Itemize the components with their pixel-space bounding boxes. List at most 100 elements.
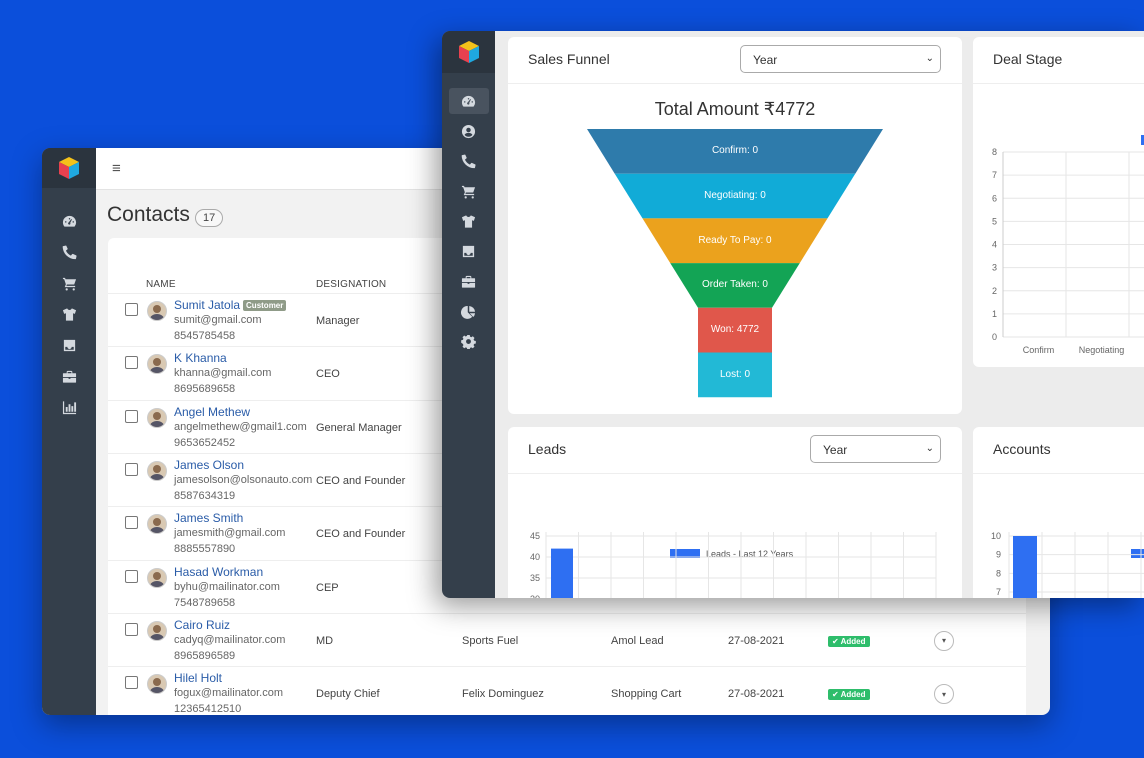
bar[interactable] [1013,536,1037,598]
row-actions-dropdown[interactable]: ▾ [934,684,954,705]
column-header-name[interactable]: NAME [146,279,176,290]
avatar [147,301,167,321]
contact-designation: CEO and Founder [316,528,406,541]
inbox-icon[interactable] [449,238,489,264]
y-tick-label: 5 [992,216,997,226]
x-tick-label: Negotiating [1079,345,1125,355]
cart-icon[interactable] [49,270,89,296]
contact-name-link[interactable]: K Khanna [174,351,227,365]
table-row[interactable]: Hilel Holt fogux@mailinator.com 1236541251… [108,666,1026,715]
contacts-sidebar-nav [42,188,96,420]
phone-icon[interactable] [449,148,489,174]
y-tick-label: 40 [530,552,540,562]
contact-email: fogux@mailinator.com [174,687,283,700]
y-tick-label: 30 [530,594,540,598]
y-tick-label: 1 [992,309,997,319]
contact-phone: 7548789658 [174,596,236,609]
dashboard-sidebar [442,31,495,598]
contact-name-link[interactable]: James Olson [174,458,244,472]
deal-stage-card: Deal Stage 0 1 2 3 4 5 6 7 8 Confirm Negotiating [973,37,1144,367]
contact-name: Hilel Holt [174,671,223,686]
y-tick-label: 4 [992,240,997,250]
gear-icon[interactable] [449,328,489,354]
row-checkbox[interactable] [125,622,138,636]
accounts-chart: 7 8 9 10 [991,531,1144,598]
contacts-count-badge: 17 [195,209,224,227]
contact-email: byhu@mailinator.com [174,580,280,593]
funnel-stage-label: Confirm: 0 [711,145,759,157]
contact-name-link[interactable]: Hasad Workman [174,565,263,579]
avatar [147,674,167,695]
contact-name: Sumit Jatola [174,298,241,312]
menu-toggle-icon[interactable]: ≡ [112,160,121,177]
contact-source: Shopping Cart [611,688,682,701]
cube-logo-icon[interactable] [442,31,495,73]
avatar [147,460,167,481]
contact-name-link[interactable]: Angel Methew [174,405,250,419]
dashboard-icon[interactable] [448,88,489,114]
contact-phone: 12365412510 [174,703,242,715]
contact-name: Cairo Ruiz [174,617,231,632]
x-tick-label: Confirm [1023,345,1055,355]
row-checkbox[interactable] [125,516,138,530]
status-badge: ✔ Added [828,689,870,701]
contact-name-link[interactable]: Hilel Holt [174,671,222,685]
y-tick-label: 7 [992,170,997,180]
inbox-icon[interactable] [49,332,89,358]
phone-icon[interactable] [49,239,89,265]
pie-chart-icon[interactable] [449,298,489,324]
contact-company: Sports Fuel [462,634,519,647]
table-row[interactable]: Cairo Ruiz cadyq@mailinator.com 8965896589… [108,612,1026,666]
y-tick-label: 3 [992,263,997,273]
contact-email: sumit@gmail.com [174,314,262,326]
y-tick-label: 10 [991,531,1001,541]
bar-chart-icon[interactable] [49,394,89,420]
row-checkbox[interactable] [125,303,138,316]
contact-designation: CEP [316,581,339,594]
y-tick-label: 8 [992,147,997,157]
contact-email: cadyq@mailinator.com [174,633,286,646]
avatar [147,620,167,641]
y-tick-label: 35 [530,573,540,583]
briefcase-icon[interactable] [449,268,489,294]
contact-phone: 9653652452 [174,436,236,449]
contact-name: James Smith [174,511,244,526]
cube-logo-icon[interactable] [42,148,96,188]
funnel-stage-label: Negotiating: 0 [704,190,766,202]
row-checkbox[interactable] [125,409,138,423]
avatar [147,567,167,588]
deal-stage-chart: 0 1 2 3 4 5 6 7 8 Confirm Negotiating [992,135,1144,355]
contact-email: angelmethew@gmail1.com [174,420,307,433]
column-header-designation[interactable]: DESIGNATION [316,279,386,290]
avatar [147,354,167,375]
contact-name-link[interactable]: Sumit Jatola Customer [174,298,287,312]
y-tick-label: 9 [996,550,1001,560]
cart-icon[interactable] [449,178,489,204]
contact-date: 27-08-2021 [728,634,785,647]
bar[interactable] [551,548,573,598]
contact-phone: 8695689658 [174,383,236,396]
row-checkbox[interactable] [125,462,138,476]
user-icon[interactable] [449,118,489,144]
contact-company: Felix Dominguez [462,688,544,701]
contact-designation: CEO and Founder [316,474,406,487]
y-tick-label: 6 [992,193,997,203]
contact-name-link[interactable]: James Smith [174,511,243,525]
contact-designation: Deputy Chief [316,688,380,701]
row-checkbox[interactable] [125,356,138,370]
y-tick-label: 2 [992,286,997,296]
contact-email: khanna@gmail.com [174,367,272,380]
contact-name-link[interactable]: Cairo Ruiz [174,618,230,632]
customer-badge: Customer [243,300,287,311]
dashboard-icon[interactable] [49,208,89,234]
funnel-stage-label: Lost: 0 [719,368,751,380]
funnel-stage-label: Ready To Pay: 0 [698,234,772,246]
row-checkbox[interactable] [125,676,138,690]
y-tick-label: 7 [996,587,1001,597]
contact-name: Hasad Workman [174,564,264,579]
shirt-icon[interactable] [449,208,489,234]
briefcase-icon[interactable] [49,363,89,389]
shirt-icon[interactable] [49,301,89,327]
row-checkbox[interactable] [125,569,138,583]
row-actions-dropdown[interactable]: ▾ [934,630,954,651]
